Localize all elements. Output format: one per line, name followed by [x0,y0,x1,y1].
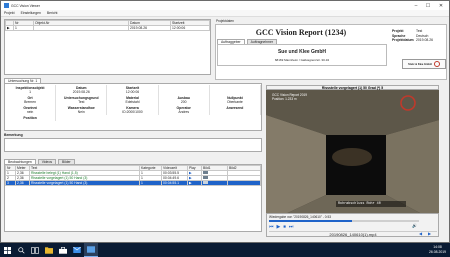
windows-icon[interactable] [0,243,14,257]
menu-einstellungen[interactable]: Einstellungen [21,11,41,15]
report-title: GCC Vision Report (1234) [255,28,347,37]
title-bar[interactable]: GCC Vision Viewer – ☐ ✕ [1,1,449,10]
observations-panel: Beobachtungen Videos Bilder Nr Meter Tex… [4,159,262,232]
video-title: Rissstelle vorgelagert (1) 50 Grad (*) 5 [266,85,439,90]
video-filename: 20190826_140610(1).mp4 [269,231,437,237]
inspection-panel: Untersuchung Nr. 1 Inspektionsobjekt 1 Da… [4,78,262,131]
company-box: Sue und Klee GmbH 68169 Mannheim / Gallu… [217,44,387,66]
inspection-row: Inspektionsobjekt 1 Datum 2019.08.26 Start… [5,85,261,95]
search-icon[interactable] [14,243,28,257]
stop-button[interactable]: ⏹ [283,224,286,230]
mail-icon[interactable] [70,243,84,257]
system-clock[interactable]: 14:08 26.08.2019 [429,245,446,254]
menu-bericht[interactable]: Bericht [47,11,58,15]
maximize-button[interactable]: ☐ [422,1,434,10]
project-fields: Projekt Test Sprache Deutsch Projektdatu… [392,29,446,43]
objects-table-pane: Nr Objekt-Nr Datum Startzeit ▶ 1 2019.08… [4,19,211,75]
field-projektdatum: Projektdatum 2019.08.26 [392,38,433,42]
remarks-panel: Bemerkung [4,133,262,155]
inspection-row: Gewinnt nein Wasserstandhoe Nein Kamera ID:… [5,105,261,115]
thumbnail-image[interactable] [203,176,208,179]
project-data-label: Projektdaten [216,19,234,23]
tab-untersuchung[interactable]: Untersuchung Nr. 1 [4,78,42,83]
row-marker: ▶ [5,25,14,31]
cell-startzeit: 12:00:06 [170,25,210,31]
nav-next-button[interactable]: ▶ [428,231,431,236]
play-button[interactable]: ▶ [187,180,202,186]
video-caption: Rohrabschluss Rohr 40 [338,202,381,206]
cell-datum: 2019.08.26 [128,25,171,31]
window-title: GCC Vision Viewer [11,3,40,8]
cell-objekt [33,25,129,31]
video-player[interactable]: GCC Vision Report 2019 Position: 1.233 m… [266,85,439,223]
next-button[interactable]: ⏭ [289,224,294,230]
clock-date: 26.08.2019 [429,249,446,254]
volume-icon[interactable]: 🔊 [412,223,417,228]
cell-nr: 1 [13,25,34,31]
tab-bilder[interactable]: Bilder [57,159,75,164]
app-logo-icon [4,3,9,8]
app-window: GCC Vision Viewer – ☐ ✕ Projekt Einstell… [0,0,450,243]
inspection-row: Position [5,115,261,121]
taskbar: 14:08 26.08.2019 [0,243,450,257]
thumbnail-image[interactable] [203,171,208,174]
thumbnail-image[interactable] [203,181,208,184]
menu-bar: Projekt Einstellungen Bericht [1,10,449,17]
report-header: GCC Vision Report (1234) Auftraggeber Au… [215,24,447,80]
file-explorer-icon[interactable] [42,243,56,257]
tab-videos[interactable]: Videos [37,159,57,164]
nav-prev-button[interactable]: ◀ [419,231,422,236]
inspection-info: Inspektionsobjekt 1 Datum 2019.08.26 Start… [4,83,262,131]
video-osd: GCC Vision Report 2019 Position: 1.233 m [272,93,308,101]
seek-fill [269,220,352,222]
task-view-icon[interactable] [28,243,42,257]
seek-bar[interactable] [269,220,419,222]
close-button[interactable]: ✕ [435,1,447,10]
table-row[interactable]: ▶ 1 2019.08.26 12:00:06 [5,25,210,31]
remarks-textarea[interactable] [4,138,262,152]
company-name: Sue und Klee GmbH [277,49,327,55]
company-address: 68169 Mannheim / Gallusgrenzstr. 30-34 [274,58,330,62]
inspection-row: Ort Bremen Untersuchungsgrund Test Materia… [5,95,261,105]
observations-table-pane: Nr Meter Text Kategorie Videozeit Play B… [4,164,262,232]
remarks-label: Bemerkung [4,133,23,137]
table-row-selected[interactable]: 3 2,36 Rissstelle vorgelagert (1) 50 Han… [5,180,261,186]
transport-buttons: ⏮ ▶ ⏹ ⏭ [269,224,293,230]
objects-table: Nr Objekt-Nr Datum Startzeit ▶ 1 2019.08… [5,20,210,31]
observations-table: Nr Meter Text Kategorie Videozeit Play B… [5,165,261,186]
logo-mark-icon [433,61,440,67]
menu-projekt[interactable]: Projekt [4,11,15,15]
previous-button[interactable]: ⏮ [269,224,274,230]
tab-beobachtungen[interactable]: Beobachtungen [4,159,36,164]
company-logo: Stutz & Klee GmbH [402,59,446,69]
minimize-button[interactable]: – [410,1,422,10]
play-button[interactable]: ▶ [277,224,281,230]
project-data-group: Projektdaten GCC Vision Report (1234) Au… [215,19,447,81]
playback-status: Wiedergabe von "20190826_140610" - 0:53 [269,215,331,219]
store-icon[interactable] [56,243,70,257]
app-icon[interactable] [84,243,98,257]
player-controls: Wiedergabe von "20190826_140610" - 0:53 … [266,213,439,237]
